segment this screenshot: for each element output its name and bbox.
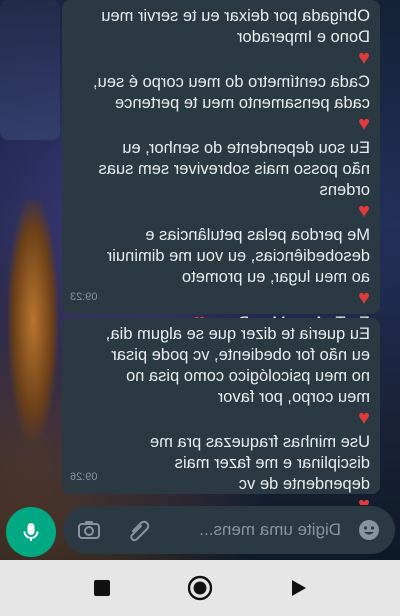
- heart-icon: ♥: [358, 407, 370, 429]
- emoji-icon[interactable]: [357, 518, 381, 542]
- message-bubble[interactable]: Obrigada por deixar eu te servir meu Don…: [62, 0, 380, 333]
- heart-icon: ♥: [358, 113, 370, 135]
- heart-icon: ♥: [358, 47, 370, 69]
- message-composer[interactable]: Digite uma mens...: [63, 506, 395, 554]
- heart-icon: ♥: [358, 494, 370, 505]
- heart-icon: ♥: [358, 287, 370, 309]
- paperclip-icon[interactable]: [127, 518, 151, 542]
- message-7: Use minhas fraquezas pra me disciplinar …: [72, 432, 370, 505]
- message-text: Cada centímetro do meu corpo é seu, cada…: [93, 73, 370, 112]
- message-time: 09:23: [70, 291, 98, 303]
- message-6: Eu queria te dizer que se algum dia, eu …: [72, 324, 370, 430]
- message-3: Eu sou dependente do senhor, eu não poss…: [72, 138, 370, 223]
- message-text: Eu queria te dizer que se algum dia, eu …: [105, 325, 370, 406]
- home-circle-icon[interactable]: [187, 575, 213, 601]
- chat-messages[interactable]: Obrigada por deixar eu te servir meu Don…: [0, 0, 400, 505]
- message-2: Cada centímetro do meu corpo é seu, cada…: [72, 72, 370, 136]
- message-text: Me perdoa pelas petulâncias e desobediên…: [106, 226, 370, 286]
- mic-button[interactable]: [6, 507, 56, 557]
- message-1: Obrigada por deixar eu te servir meu Don…: [72, 6, 370, 70]
- message-text: Obrigada por deixar eu te servir meu Don…: [101, 7, 370, 46]
- system-navigation-bar: [0, 560, 400, 616]
- mic-icon: [19, 520, 43, 544]
- message-time: 09:26: [70, 471, 98, 483]
- message-input[interactable]: Digite uma mens...: [171, 520, 341, 540]
- heart-icon: ♥: [358, 200, 370, 222]
- message-text: Eu sou dependente do senhor, eu não poss…: [98, 139, 370, 199]
- message-bubble[interactable]: Eu queria te dizer que se algum dia, eu …: [62, 318, 380, 505]
- message-4: Me perdoa pelas petulâncias e desobediên…: [72, 225, 370, 310]
- message-text: Use minhas fraquezas pra me disciplinar …: [149, 433, 370, 493]
- back-triangle-icon[interactable]: [291, 579, 307, 597]
- recents-square-icon[interactable]: [94, 580, 110, 596]
- camera-icon[interactable]: [77, 518, 101, 542]
